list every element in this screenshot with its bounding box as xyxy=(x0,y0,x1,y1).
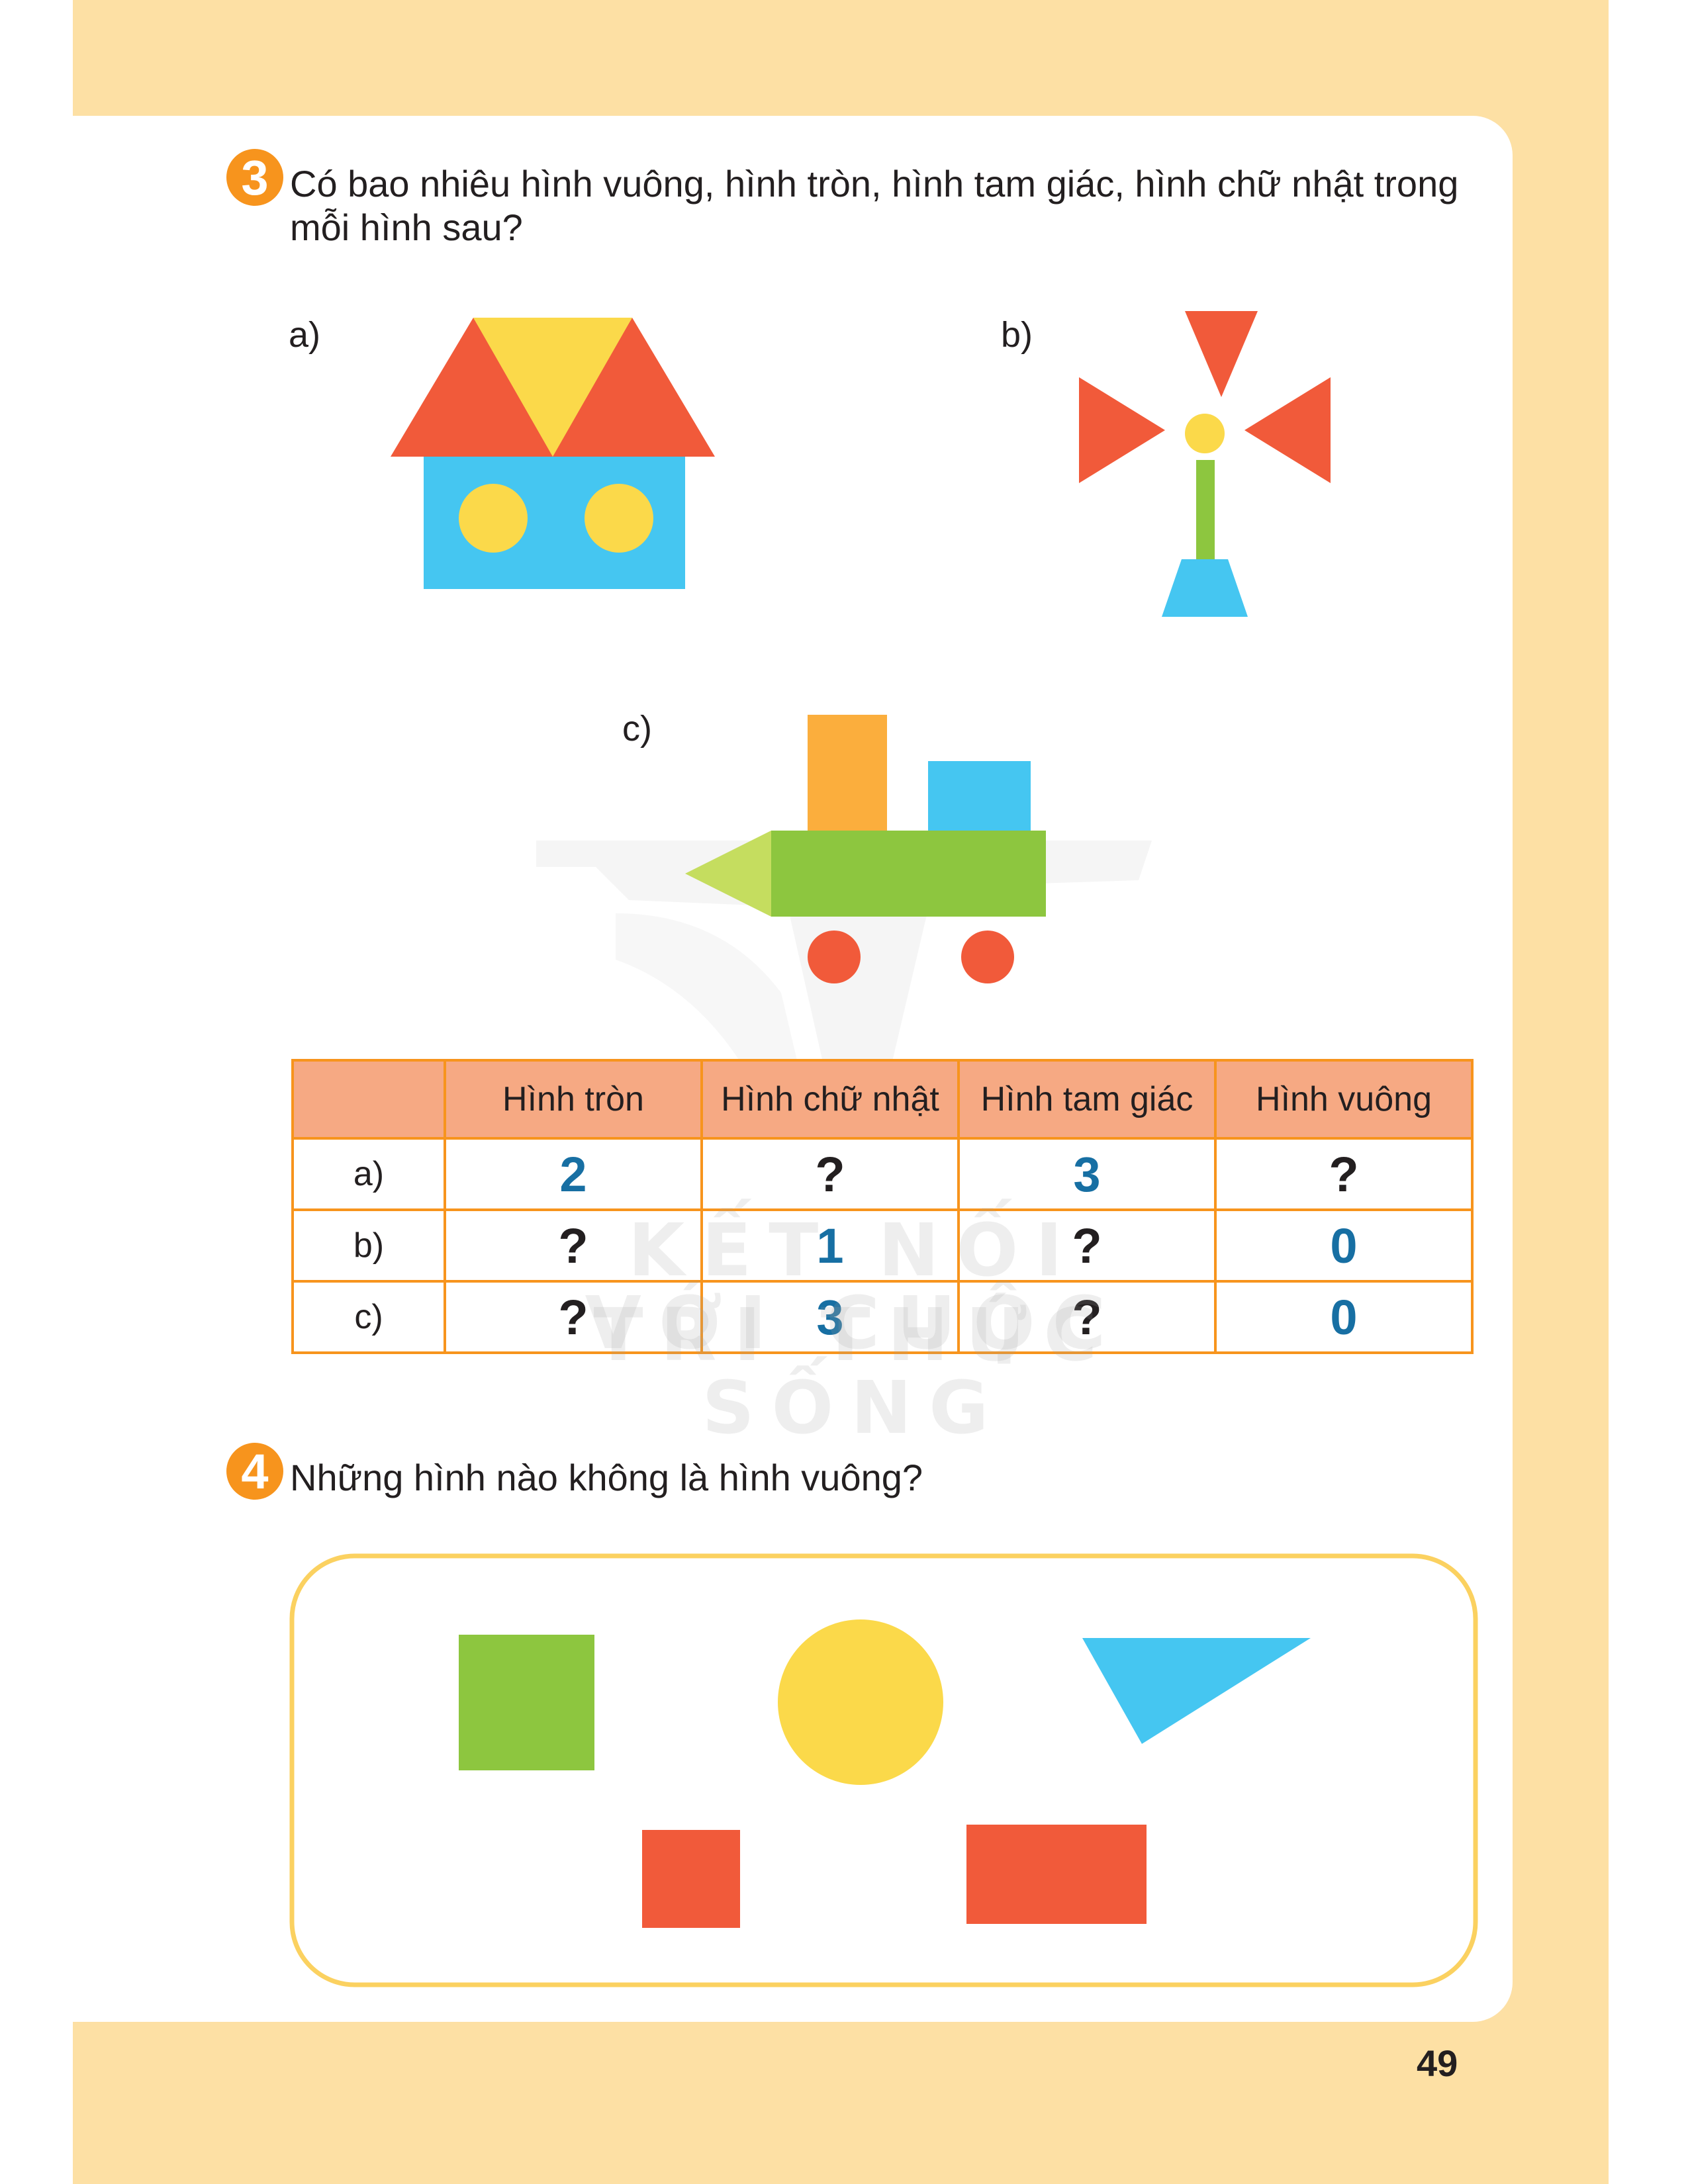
train-cabin-square xyxy=(928,761,1031,837)
table-cell: 2 xyxy=(444,1137,703,1211)
red-square-shape xyxy=(642,1830,740,1928)
figure-a-label: a) xyxy=(289,315,321,355)
train-wheel-left-circle xyxy=(808,931,861,983)
pinwheel-left-triangle xyxy=(1079,377,1165,483)
exercise-3-question: Có bao nhiêu hình vuông, hình tròn, hình… xyxy=(290,163,1459,248)
yellow-circle-shape xyxy=(778,1619,943,1785)
table-header-cell: Hình vuông xyxy=(1214,1059,1474,1140)
house-window-left-circle xyxy=(459,484,528,553)
table-header-cell: Hình tròn xyxy=(444,1059,703,1140)
table-row-label: a) xyxy=(291,1137,446,1211)
table-cell: ? xyxy=(700,1137,960,1211)
pinwheel-of-shapes-icon xyxy=(1079,311,1331,617)
pinwheel-base-trapezoid xyxy=(1162,559,1248,617)
train-chimney-rectangle xyxy=(808,715,887,837)
figure-b-label: b) xyxy=(1001,315,1033,355)
shapes-frame xyxy=(289,1553,1478,1987)
red-rectangle-shape xyxy=(966,1825,1147,1924)
table-header-cell: Hình chữ nhật xyxy=(700,1059,960,1140)
table-header-cell: Hình tam giác xyxy=(957,1059,1217,1140)
table-row: a) 2 ? 3 ? xyxy=(291,1137,1474,1211)
green-square-shape xyxy=(459,1635,594,1770)
table-cell: 3 xyxy=(700,1280,960,1354)
table-header-cell xyxy=(291,1059,446,1140)
pinwheel-center-circle xyxy=(1185,414,1225,453)
pinwheel-stick-rectangle xyxy=(1196,460,1215,559)
table-cell: 1 xyxy=(700,1208,960,1283)
table-cell: ? xyxy=(444,1208,703,1283)
train-of-shapes-icon xyxy=(685,715,1046,983)
table-cell: ? xyxy=(444,1280,703,1354)
table-row-label: b) xyxy=(291,1208,446,1283)
table-cell: ? xyxy=(957,1280,1217,1354)
pinwheel-right-triangle xyxy=(1244,377,1331,483)
table-row: c) ? 3 ? 0 xyxy=(291,1280,1474,1354)
page-number: 49 xyxy=(1417,2042,1458,2084)
pinwheel-top-triangle xyxy=(1185,311,1258,397)
shape-count-table: Hình tròn Hình chữ nhật Hình tam giác Hì… xyxy=(291,1059,1474,1354)
table-cell: 0 xyxy=(1214,1208,1474,1283)
figure-c-label: c) xyxy=(622,709,652,749)
train-nose-triangle xyxy=(685,831,771,917)
table-cell: 3 xyxy=(957,1137,1217,1211)
table-row-label: c) xyxy=(291,1280,446,1354)
table-row: b) ? 1 ? 0 xyxy=(291,1208,1474,1283)
table-cell: 0 xyxy=(1214,1280,1474,1354)
train-wheel-right-circle xyxy=(961,931,1014,983)
exercise-4-question: Những hình nào không là hình vuông? xyxy=(290,1457,923,1498)
exercise-3-badge: 3 xyxy=(226,149,283,206)
train-body-rectangle xyxy=(771,831,1046,917)
house-of-shapes-icon xyxy=(391,318,715,589)
exercise-4-badge: 4 xyxy=(226,1443,283,1500)
table-cell: ? xyxy=(957,1208,1217,1283)
house-window-right-circle xyxy=(585,484,653,553)
table-cell: ? xyxy=(1214,1137,1474,1211)
table-header-row: Hình tròn Hình chữ nhật Hình tam giác Hì… xyxy=(291,1059,1474,1140)
blue-triangle-shape xyxy=(1082,1638,1311,1744)
